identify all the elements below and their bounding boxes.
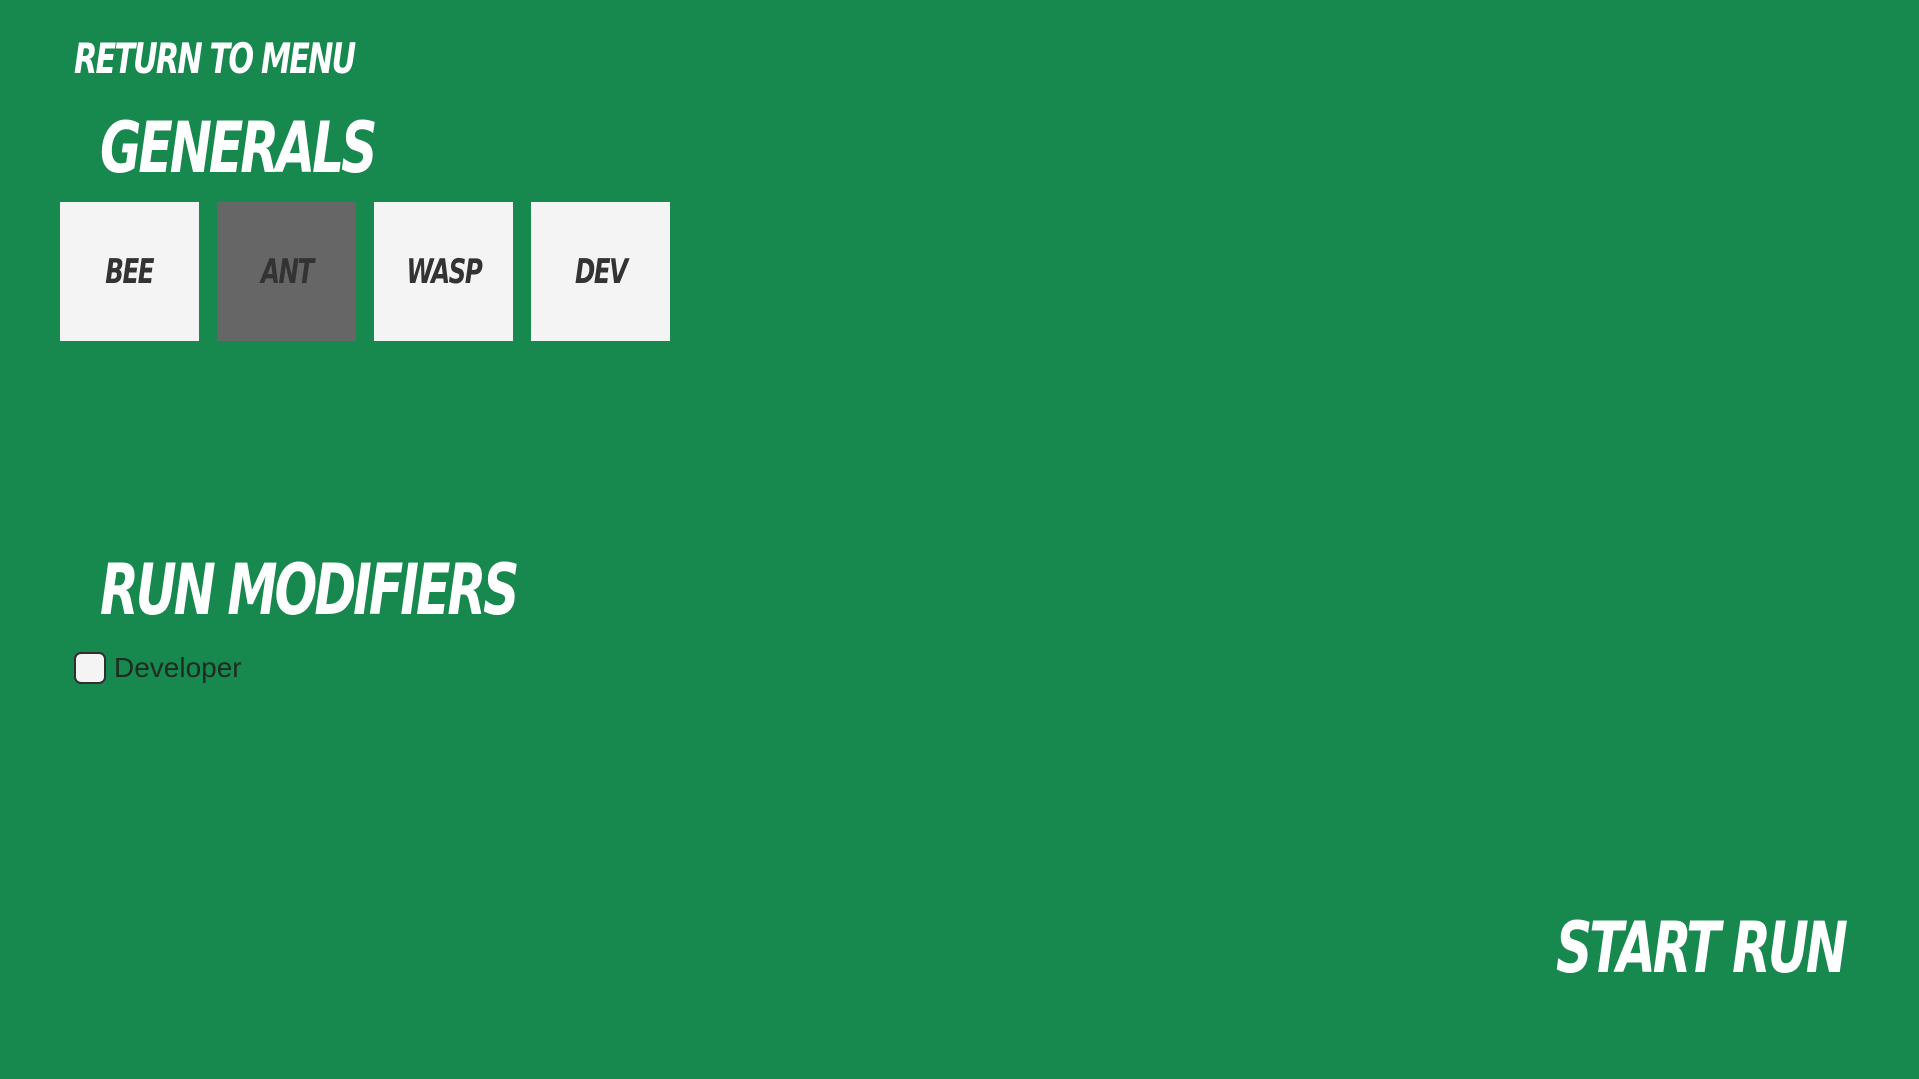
return-to-menu-link[interactable]: Return to Menu [74, 34, 356, 84]
general-card-wasp[interactable]: Wasp [374, 202, 513, 341]
general-card-label: Dev [574, 251, 628, 292]
run-modifiers-heading: Run Modifiers [100, 549, 519, 631]
general-card-label: Wasp [406, 251, 482, 292]
modifier-developer[interactable]: Developer [74, 652, 242, 684]
general-card-label: Bee [105, 251, 155, 292]
general-card-label: Ant [260, 251, 314, 292]
general-card-bee[interactable]: Bee [60, 202, 199, 341]
developer-checkbox[interactable] [74, 652, 106, 684]
developer-checkbox-label[interactable]: Developer [114, 652, 242, 684]
generals-list: Bee Ant Wasp Dev [60, 202, 670, 341]
general-card-dev[interactable]: Dev [531, 202, 670, 341]
generals-heading: Generals [100, 107, 377, 189]
general-card-ant[interactable]: Ant [217, 202, 356, 341]
start-run-button[interactable]: Start Run [1556, 908, 1848, 988]
